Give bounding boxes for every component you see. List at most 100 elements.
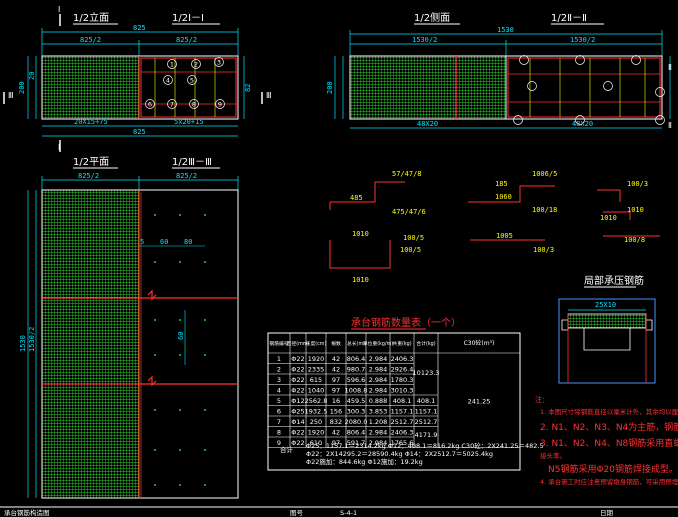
shape-dim-11: 1005 [496, 232, 513, 240]
shape-dim-5: 1060 [495, 193, 512, 201]
bubble-3: 3 [217, 59, 221, 67]
elevation-rebar-mesh [41, 55, 140, 120]
table-cell: 250 [310, 418, 322, 426]
table-cell: Φ22 [291, 355, 304, 363]
table-foot-1: Φ25：1157.1＝2314.2kg Φ12：408.1＝816.2kg C3… [306, 441, 544, 450]
table-cell: 6 [277, 408, 281, 416]
table-cell: 1040 [308, 387, 325, 395]
table-cell: 1 [277, 355, 281, 363]
table-sum-2: 408.1 [417, 397, 436, 405]
dim-side-bottom-right: 48X20 [572, 120, 593, 128]
table-cell: 3.853 [369, 408, 388, 416]
rebar-shape-n3 [597, 189, 621, 202]
titlebar-date: 日期 [600, 509, 614, 517]
note-3: 3. N1、N2、N4、N8钢筋采用直螺纹连接 [540, 437, 678, 449]
table-cell: Φ22 [291, 376, 304, 384]
table-cell: 2 [277, 366, 281, 374]
table-cell: 3 [277, 376, 281, 384]
section-mark-II-top: Ⅱ [668, 63, 672, 72]
dim-side-half-left: 1530/2 [412, 36, 437, 44]
section-mark-III-left: Ⅲ [8, 91, 14, 100]
bubble-9: 9 [218, 101, 222, 109]
table-cell: 408.1 [393, 397, 412, 405]
dim-plan-60: 60 [160, 238, 168, 246]
table-cell: Φ25 [291, 408, 304, 416]
table-sum-1: 10123.3 [413, 369, 440, 377]
table-cell: Φ22 [291, 387, 304, 395]
section-2-outline [505, 55, 663, 120]
table-cell: 459.5 [347, 397, 366, 405]
view-title-section-2: 1/2Ⅱ－Ⅱ [551, 13, 587, 24]
note-6: 4. 承台施工时应注意预留墩身钢筋，可采用预埋钢筋。 [540, 477, 678, 486]
bubble-4: 4 [166, 77, 170, 85]
dim-elev-half-right: 825/2 [176, 36, 197, 44]
table-cell: Φ12 [291, 397, 304, 405]
shape-dim-9: 100/8 [624, 236, 645, 244]
plan-rebar-mesh [41, 189, 140, 499]
note-5: N5钢筋采用Φ20钢筋焊接成型。 [548, 463, 678, 475]
shape-dim-6: 100/18 [532, 206, 557, 214]
table-cell: 2926.4 [391, 366, 414, 374]
table-cell: 980.7 [347, 366, 366, 374]
dim-elev-half-left: 825/2 [80, 36, 101, 44]
shape-dim-4: 1006/5 [532, 170, 557, 178]
titlebar-no: S-4-1 [340, 509, 357, 517]
table-concrete-volume: 241.25 [468, 397, 491, 405]
view-title-half-side: 1/2侧面 [414, 11, 450, 24]
plan-rebar-dots [154, 214, 206, 486]
table-foot-3: Φ22施加：844.6kg Φ12施加：19.2kg [306, 457, 423, 466]
local-mesh [567, 313, 647, 329]
table-cell: 42 [332, 355, 340, 363]
table-cell: 97 [332, 387, 340, 395]
note-4: 接头率。 [540, 451, 566, 460]
section-mark-II-bottom: Ⅱ [668, 121, 672, 130]
rebar-shape-n1 [330, 181, 405, 203]
table-cell: 2406.3 [391, 355, 414, 363]
notes-block: 注： 1. 本图尺寸除钢筋直径以毫米计外，其余均以厘米计。 2. N1、N2、N… [535, 395, 678, 486]
table-header-cell: C30砼(m³) [464, 339, 495, 347]
shape-dim-8: 1010 [627, 206, 644, 214]
dim-plan-60b: 60 [177, 332, 185, 340]
dim-elev-cover: 20 [28, 72, 36, 80]
title-bar: 承台钢筋构造图 图号 S-4-1 日期 [0, 506, 678, 517]
table-sum-3: 1157.1 [415, 408, 438, 416]
table-cell: 596.6 [347, 376, 366, 384]
dim-local-width: 25X10 [595, 301, 616, 309]
shape-dim-2: 475/47/6 [392, 208, 426, 216]
rebar-shape-details: 57/47/8 475/47/6 485 1006/5 1060 100/18 … [329, 170, 660, 284]
dim-elev-bottom-total: 825 [133, 128, 146, 136]
table-cell: 300.3 [347, 408, 366, 416]
view-half-elevation: 1/2立面 1/2Ⅰ－Ⅰ I 825 825/2 825/2 1 2 3 4 5… [3, 5, 272, 152]
table-cell: 1.208 [369, 418, 388, 426]
table-cell: 2562.8 [305, 397, 328, 405]
dim-side-height: 200 [326, 81, 334, 94]
section-1-outline [138, 55, 239, 120]
titlebar-no-label: 图号 [290, 509, 304, 517]
shape-dim-3: 485 [350, 194, 363, 202]
table-cell: 1932.5 [305, 408, 328, 416]
dim-elev-height: 200 [18, 81, 26, 94]
table-cell: 832 [330, 418, 342, 426]
local-frame [558, 298, 656, 384]
table-cell: Φ22 [291, 366, 304, 374]
table-foot-2: Φ22：2X14295.2＝28590.4kg Φ14：2X2512.7＝502… [306, 450, 493, 458]
dim-plan-half-left: 825/2 [78, 172, 99, 180]
bubble-7: 7 [170, 101, 174, 109]
table-cell: 2.984 [369, 366, 388, 374]
table-cell: 615 [310, 376, 322, 384]
table-cell: 4 [277, 387, 281, 395]
shape-dim-13: 1010 [352, 230, 369, 238]
shape-dim-7: 100/3 [627, 180, 648, 188]
table-cell: 1780.3 [391, 376, 414, 384]
section-3-outline [138, 189, 239, 499]
table-cell: 2406.3 [391, 429, 414, 437]
view-title-half-elevation: 1/2立面 [73, 11, 109, 24]
bubble-6: 6 [148, 101, 152, 109]
shape-dim-14: 1010 [352, 276, 369, 284]
view-half-plan: 1/2平面 1/2Ⅲ－Ⅲ 825/2 825/2 5 60 80 60 1530… [19, 157, 239, 499]
note-1: 1. 本图尺寸除钢筋直径以毫米计外，其余均以厘米计。 [540, 407, 678, 416]
table-header-cell: 单位重(kg/m) [363, 340, 393, 347]
table-cell: 7 [277, 418, 281, 426]
dim-elev-right-height: 82 [244, 84, 252, 92]
dim-plan-half-right: 825/2 [176, 172, 197, 180]
